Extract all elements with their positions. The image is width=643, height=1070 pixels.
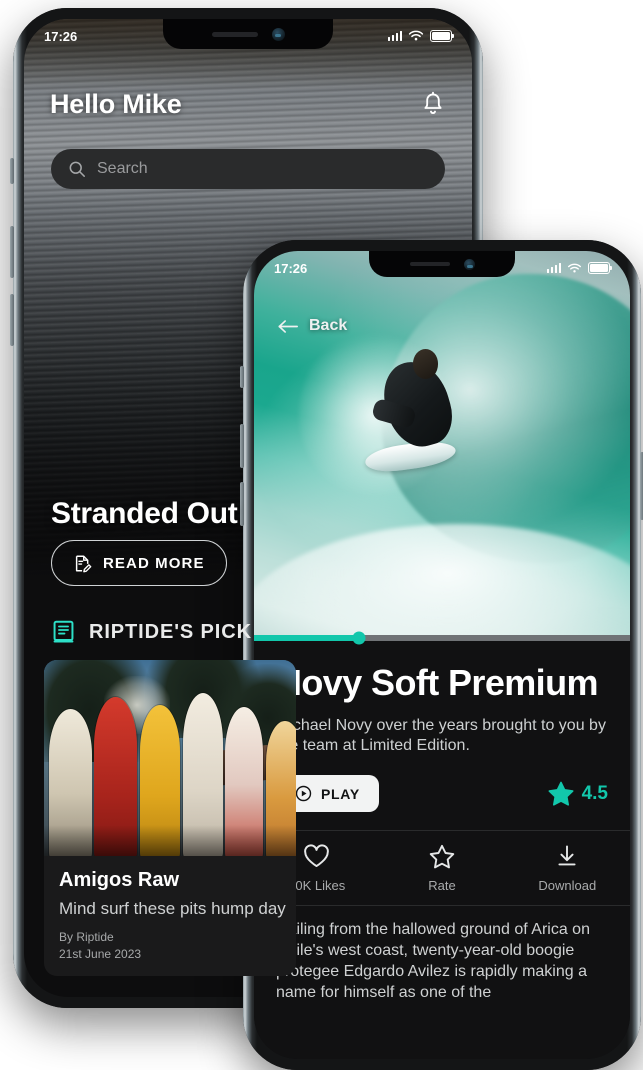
download-icon [558, 845, 576, 866]
progress-scrubber[interactable] [254, 631, 630, 645]
silent-switch[interactable] [10, 158, 14, 184]
home-header: Hello Mike [24, 89, 472, 120]
pick-card-image [44, 660, 296, 856]
download-label: Download [538, 878, 597, 894]
phone-notch-front [369, 251, 515, 277]
hero-title: Stranded Out [51, 497, 238, 530]
progress-knob[interactable] [352, 631, 366, 645]
surfer-figure [363, 349, 472, 500]
detail-body-text: Hailing from the hallowed ground of Aric… [276, 921, 590, 1002]
volume-up-button[interactable] [10, 226, 14, 278]
mockup-stage: 17:26 Hello Mike Search Stranded Out REA… [0, 0, 643, 1070]
cellular-bars-icon-detail [546, 263, 561, 273]
back-button[interactable]: Back [278, 317, 347, 335]
rating-display: 4.5 [548, 781, 608, 806]
volume-up-button-front[interactable] [240, 424, 244, 468]
phone-notch [163, 19, 333, 49]
star-filled-icon [548, 781, 574, 806]
pick-card-author: By Riptide [59, 929, 114, 944]
detail-hero-image [254, 251, 630, 641]
battery-full-icon [430, 30, 454, 42]
pick-card-date: 21st June 2023 [59, 946, 142, 961]
heart-icon [304, 844, 329, 868]
detail-content: Novy Soft Premium Michael Novy over the … [254, 641, 630, 1059]
volume-down-button[interactable] [10, 294, 14, 346]
status-time-detail: 17:26 [274, 260, 308, 276]
bell-icon[interactable] [420, 91, 446, 119]
download-action[interactable]: Download [505, 844, 630, 893]
rate-action[interactable]: Rate [379, 844, 504, 893]
star-outline-icon [429, 845, 455, 869]
status-time: 17:26 [44, 28, 78, 44]
note-edit-icon [75, 555, 92, 572]
detail-title: Novy Soft Premium [276, 662, 598, 703]
section-header: RIPTIDE'S PICK [51, 619, 252, 645]
greeting-text: Hello Mike [50, 89, 182, 119]
pick-card[interactable]: Amigos Raw Mind surf these pits hump day… [44, 660, 296, 976]
search-bar[interactable]: Search [51, 149, 445, 189]
play-circle-icon [295, 786, 312, 802]
likes-label: 30K Likes [288, 878, 346, 894]
read-more-button[interactable]: READ MORE [51, 540, 227, 586]
detail-screen: 17:26 Back Novy Soft Premium Michael Nov… [254, 251, 630, 1059]
progress-fill [254, 635, 360, 641]
silent-switch-front[interactable] [240, 366, 244, 388]
earpiece-speaker [211, 31, 258, 37]
battery-full-icon-detail [588, 262, 612, 274]
pick-card-body: Amigos Raw Mind surf these pits hump day… [44, 856, 296, 976]
section-title: RIPTIDE'S PICK [89, 620, 252, 643]
search-icon [69, 161, 85, 177]
pick-card-description: Mind surf these pits hump day [59, 899, 286, 918]
detail-tab-bar: 30K Likes Rate Download [254, 830, 630, 907]
wifi-icon [408, 30, 424, 41]
read-more-label: READ MORE [103, 554, 205, 572]
rate-label: Rate [428, 878, 456, 894]
volume-down-button-front[interactable] [240, 482, 244, 526]
detail-subtitle: Michael Novy over the years brought to y… [276, 716, 606, 755]
wave-foam-shape [254, 524, 630, 641]
rating-value: 4.5 [581, 782, 608, 804]
wifi-icon-detail [567, 263, 582, 273]
front-camera [271, 27, 285, 41]
earpiece-speaker-front [409, 262, 450, 266]
back-button-label: Back [309, 317, 348, 334]
front-camera-front [463, 258, 475, 270]
search-input[interactable]: Search [97, 160, 148, 178]
phone-device-detail: 17:26 Back Novy Soft Premium Michael Nov… [240, 240, 643, 1070]
book-icon [53, 620, 74, 643]
cellular-bars-icon [387, 31, 402, 41]
detail-action-row: PLAY 4.5 [276, 775, 608, 813]
arrow-left-icon [278, 319, 298, 333]
pick-card-title: Amigos Raw [59, 869, 180, 891]
play-button-label: PLAY [321, 785, 360, 802]
